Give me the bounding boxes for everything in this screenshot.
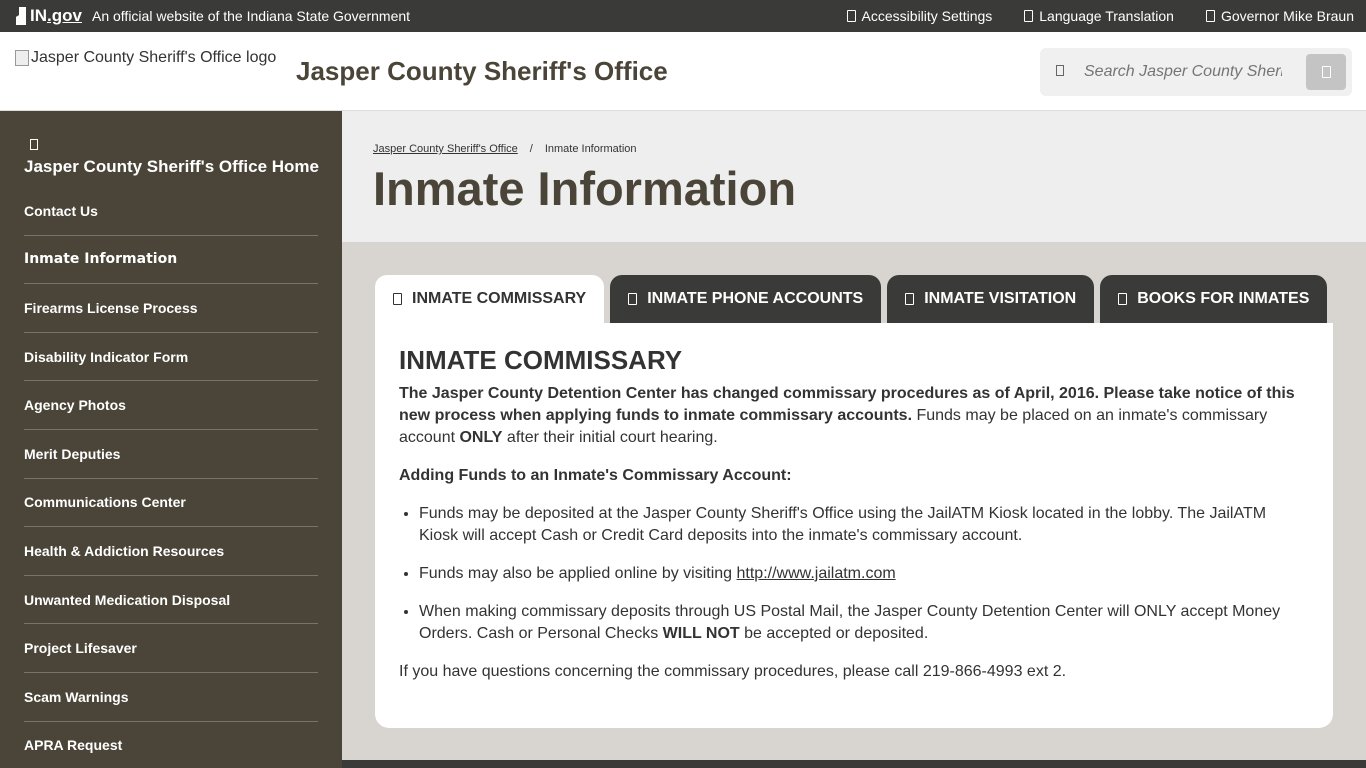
breadcrumb: Jasper County Sheriff's Office / Inmate … xyxy=(373,143,637,155)
search-bar xyxy=(1040,48,1352,96)
intro-rest-2: after their initial court hearing. xyxy=(502,429,718,446)
sidebar-item-firearms-license[interactable]: Firearms License Process xyxy=(24,284,318,333)
language-icon xyxy=(1024,10,1034,22)
sidebar-item-scam-warnings[interactable]: Scam Warnings xyxy=(24,673,318,722)
tab-inmate-commissary[interactable]: INMATE COMMISSARY xyxy=(375,275,605,323)
breadcrumb-home-link[interactable]: Jasper County Sheriff's Office xyxy=(373,143,518,155)
accessibility-settings-link[interactable]: Accessibility Settings xyxy=(846,8,993,24)
tab-panel-commissary: INMATE COMMISSARY The Jasper County Dete… xyxy=(375,323,1333,728)
funds-list: Funds may be deposited at the Jasper Cou… xyxy=(419,503,1309,645)
home-icon xyxy=(30,139,38,150)
logo-in-text: IN xyxy=(30,6,47,25)
list-item: When making commissary deposits through … xyxy=(419,601,1309,645)
closing-paragraph: If you have questions concerning the com… xyxy=(399,663,1067,680)
phone-icon xyxy=(628,293,638,305)
bullet3-end: be accepted or deposited. xyxy=(739,625,929,642)
sidebar-item-inmate-information[interactable]: Inmate Information xyxy=(24,236,318,285)
commissary-icon xyxy=(393,293,402,305)
breadcrumb-current: Inmate Information xyxy=(544,143,637,155)
intro-paragraph: The Jasper County Detention Center has c… xyxy=(399,383,1309,449)
list-item: Funds may be deposited at the Jasper Cou… xyxy=(419,503,1309,547)
search-submit-button[interactable] xyxy=(1306,54,1346,90)
bullet3-bold: WILL NOT xyxy=(662,625,740,642)
page-header: Jasper County Sheriff's Office / Inmate … xyxy=(342,111,1366,242)
subheading: Adding Funds to an Inmate's Commissary A… xyxy=(399,465,1309,487)
broken-image-icon xyxy=(15,50,29,66)
site-header: Jasper County Sheriff's Office logo Jasp… xyxy=(0,32,1366,111)
state-tagline: An official website of the Indiana State… xyxy=(92,8,411,24)
governor-label: Governor Mike Braun xyxy=(1220,8,1354,24)
panel-heading: INMATE COMMISSARY xyxy=(399,345,683,375)
logo-gov-text: .gov xyxy=(47,6,82,25)
site-logo[interactable]: Jasper County Sheriff's Office logo xyxy=(15,49,276,67)
sidebar-list: Contact Us Inmate Information Firearms L… xyxy=(24,187,318,768)
tab-books-for-inmates[interactable]: BOOKS FOR INMATES xyxy=(1100,275,1328,323)
accessibility-icon xyxy=(846,10,856,22)
tab-inmate-phone-accounts[interactable]: INMATE PHONE ACCOUNTS xyxy=(610,275,882,323)
list-item: Funds may also be applied online by visi… xyxy=(419,563,1309,585)
sidebar-item-disability-indicator[interactable]: Disability Indicator Form xyxy=(24,333,318,382)
site-title[interactable]: Jasper County Sheriff's Office xyxy=(296,56,668,87)
tab-list: INMATE COMMISSARY INMATE PHONE ACCOUNTS … xyxy=(375,275,1328,323)
book-icon xyxy=(1118,293,1128,305)
jailatm-link[interactable]: http://www.jailatm.com xyxy=(737,565,896,582)
footer-edge xyxy=(342,760,1366,768)
accessibility-settings-label: Accessibility Settings xyxy=(861,8,993,24)
language-translation-link[interactable]: Language Translation xyxy=(1024,8,1174,24)
tab-label: INMATE VISITATION xyxy=(924,290,1077,307)
sidebar-item-contact-us[interactable]: Contact Us xyxy=(24,187,318,236)
governor-icon xyxy=(1205,10,1215,22)
language-translation-label: Language Translation xyxy=(1039,8,1174,24)
tab-inmate-visitation[interactable]: INMATE VISITATION xyxy=(887,275,1095,323)
tab-label: INMATE COMMISSARY xyxy=(412,290,587,307)
sidebar-home-link[interactable]: Jasper County Sheriff's Office Home xyxy=(24,157,319,177)
visitation-icon xyxy=(905,293,915,305)
in-gov-logo[interactable]: IN .gov xyxy=(16,6,82,26)
sidebar-item-merit-deputies[interactable]: Merit Deputies xyxy=(24,430,318,479)
breadcrumb-separator: / xyxy=(529,143,533,155)
logo-alt-text: Jasper County Sheriff's Office logo xyxy=(31,49,277,66)
governor-link[interactable]: Governor Mike Braun xyxy=(1205,8,1354,24)
state-links: Accessibility Settings Language Translat… xyxy=(846,8,1354,24)
sidebar-item-health-addiction[interactable]: Health & Addiction Resources xyxy=(24,527,318,576)
tab-label: BOOKS FOR INMATES xyxy=(1137,290,1310,307)
sidebar-nav: Jasper County Sheriff's Office Home Cont… xyxy=(0,111,342,768)
sidebar-item-medication-disposal[interactable]: Unwanted Medication Disposal xyxy=(24,576,318,625)
intro-only: ONLY xyxy=(459,429,503,446)
state-bar: IN .gov An official website of the Indian… xyxy=(0,0,1366,32)
sidebar-item-agency-photos[interactable]: Agency Photos xyxy=(24,381,318,430)
main-content: INMATE COMMISSARY INMATE PHONE ACCOUNTS … xyxy=(342,242,1366,768)
subheading-text: Adding Funds to an Inmate's Commissary A… xyxy=(399,467,792,484)
sidebar-item-communications-center[interactable]: Communications Center xyxy=(24,479,318,528)
tab-label: INMATE PHONE ACCOUNTS xyxy=(647,290,864,307)
bullet2-text: Funds may also be applied online by visi… xyxy=(419,565,737,582)
search-submit-icon xyxy=(1322,66,1331,78)
search-input[interactable] xyxy=(1084,58,1282,86)
sidebar-item-project-lifesaver[interactable]: Project Lifesaver xyxy=(24,624,318,673)
page-title: Inmate Information xyxy=(373,162,797,215)
search-icon xyxy=(1056,65,1064,76)
state-shape-icon xyxy=(16,7,28,25)
sidebar-item-apra-request[interactable]: APRA Request xyxy=(24,722,318,768)
